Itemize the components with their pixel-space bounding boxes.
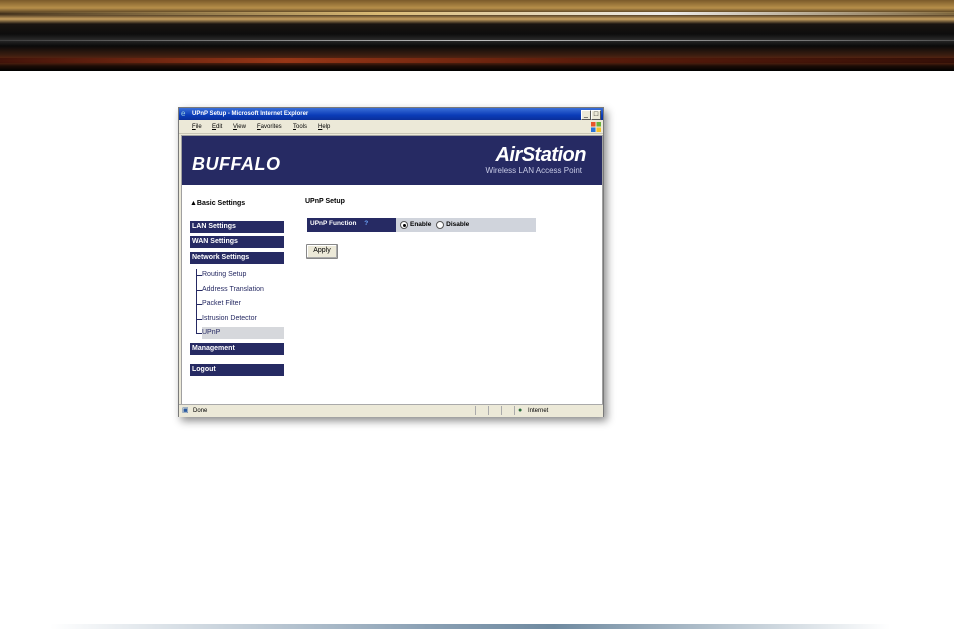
nav-network-settings[interactable]: Network Settings [190, 252, 284, 264]
nav-upnp[interactable]: UPnP [202, 327, 284, 339]
menu-edit[interactable]: Edit [212, 124, 222, 131]
menu-tools[interactable]: Tools [293, 124, 307, 131]
disable-radio[interactable] [436, 221, 445, 229]
tree-line [196, 269, 197, 333]
upnp-function-text: UPnP Function [310, 220, 357, 227]
help-icon[interactable]: ? [364, 220, 368, 227]
minimize-button[interactable]: _ [581, 110, 591, 120]
airstation-header: BUFFALO AirStation Wireless LAN Access P… [182, 136, 602, 185]
page-icon: ▣ [182, 407, 189, 414]
disable-label[interactable]: Disable [446, 221, 469, 228]
enable-label[interactable]: Enable [410, 221, 431, 228]
status-divider [501, 406, 514, 415]
nav-packet-filter[interactable]: Packet Filter [202, 298, 284, 310]
status-divider [475, 406, 488, 415]
upnp-function-label: UPnP Function ? [307, 218, 396, 232]
decorative-banner [0, 0, 954, 71]
globe-icon: ● [518, 407, 523, 414]
status-text: Done [193, 408, 208, 414]
banner-streak [0, 12, 954, 15]
page-title: UPnP Setup [305, 198, 345, 205]
nav-intrusion-detector[interactable]: Istrusion Detector [202, 313, 284, 325]
airstation-logo: AirStation [495, 144, 586, 166]
title-bar: e UPnP Setup - Microsoft Internet Explor… [179, 108, 603, 120]
upnp-function-options: Enable Disable [396, 218, 536, 232]
nav-wan-settings[interactable]: WAN Settings [190, 236, 284, 248]
maximize-button[interactable]: □ [591, 110, 601, 120]
banner-streak [0, 40, 954, 41]
menu-bar: File Edit View Favorites Tools Help [179, 121, 603, 134]
nav-logout[interactable]: Logout [190, 364, 284, 376]
apply-button[interactable]: Apply [306, 244, 338, 259]
nav-management[interactable]: Management [190, 343, 284, 355]
product-subtitle: Wireless LAN Access Point [485, 166, 582, 175]
menu-view[interactable]: View [233, 124, 246, 131]
security-zone: Internet [528, 408, 549, 414]
internet-explorer-icon: e [181, 109, 186, 118]
nav-address-translation[interactable]: Address Translation [202, 284, 284, 296]
nav-lan-settings[interactable]: LAN Settings [190, 221, 284, 233]
menu-file[interactable]: File [192, 124, 202, 131]
basic-settings-link[interactable]: ▲Basic Settings [190, 200, 245, 207]
page-content: BUFFALO AirStation Wireless LAN Access P… [181, 135, 603, 405]
status-divider [488, 406, 501, 415]
banner-streak [0, 58, 954, 63]
buffalo-logo: BUFFALO [192, 154, 281, 174]
nav-routing-setup[interactable]: Routing Setup [202, 269, 284, 281]
browser-window: e UPnP Setup - Microsoft Internet Explor… [178, 107, 604, 417]
windows-logo-icon [591, 122, 601, 132]
decorative-footer-line [50, 624, 890, 629]
status-bar: ▣ Done ● Internet [179, 404, 603, 417]
menu-favorites[interactable]: Favorites [257, 124, 282, 131]
window-title: UPnP Setup - Microsoft Internet Explorer [192, 111, 309, 117]
enable-radio[interactable] [400, 221, 408, 229]
menu-help[interactable]: Help [318, 124, 330, 131]
